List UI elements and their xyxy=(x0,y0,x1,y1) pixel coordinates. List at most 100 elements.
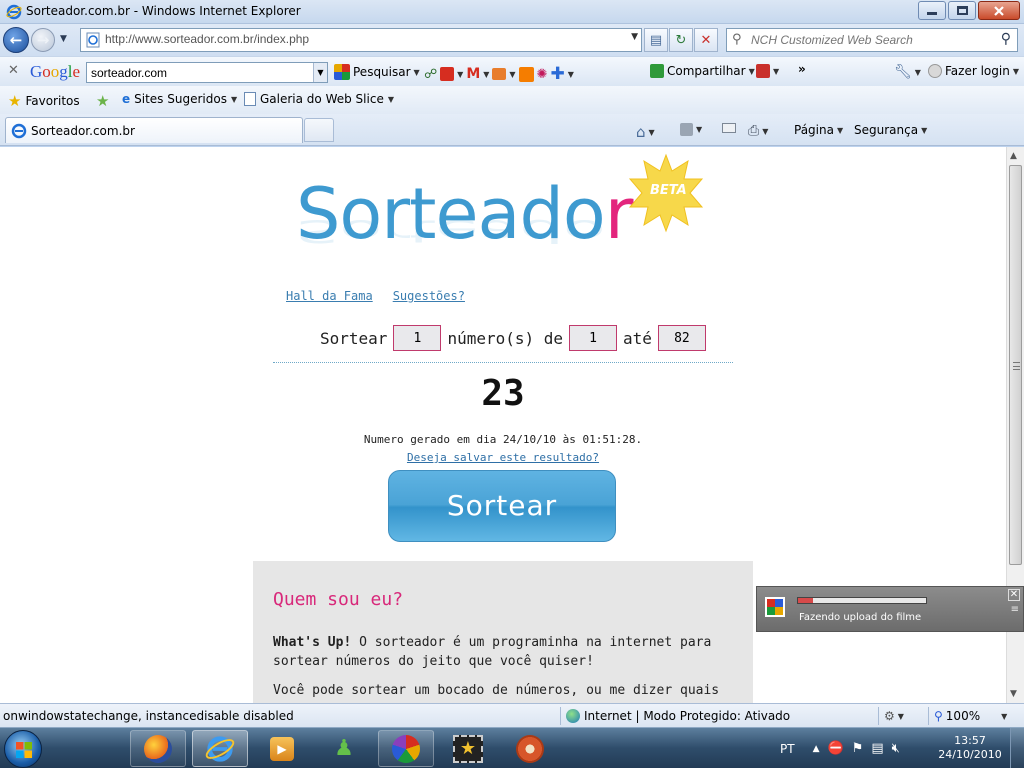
chevron-down-icon: ▼ xyxy=(387,94,394,104)
url-dropdown-icon[interactable]: ▼ xyxy=(631,32,638,42)
search-go-icon[interactable]: ⚲ xyxy=(1001,31,1011,47)
translate-button[interactable]: ▼ xyxy=(756,64,779,78)
about-heading: Quem sou eu? xyxy=(273,589,404,610)
start-button[interactable] xyxy=(4,730,42,768)
movie-star-icon: ★ xyxy=(453,734,483,763)
title-bar: Sorteador.com.br - Windows Internet Expl… xyxy=(0,0,1024,24)
youtube-icon[interactable] xyxy=(440,67,455,81)
stop-button[interactable]: ✕ xyxy=(694,28,718,52)
suggestions-link[interactable]: Sugestões? xyxy=(393,289,465,303)
refresh-button[interactable]: ↻ xyxy=(669,28,693,52)
blogger-icon[interactable] xyxy=(518,66,534,82)
web-slice-gallery-label: Galeria do Web Slice xyxy=(260,92,384,106)
page-icon xyxy=(86,32,100,48)
home-button[interactable]: ⌂ ▼ xyxy=(636,123,655,141)
taskbar-internet-explorer[interactable] xyxy=(192,730,248,767)
wrench-icon: 🔧︎ xyxy=(894,64,912,80)
upload-progress-bar xyxy=(797,597,927,604)
taskbar-movie-maker[interactable]: ★ xyxy=(440,730,496,767)
search-box[interactable]: ⚲ ⚲ xyxy=(726,28,1018,52)
share-icon xyxy=(650,64,664,78)
feeds-button[interactable]: ▼ xyxy=(680,123,702,136)
from-input[interactable] xyxy=(569,325,618,351)
count-input[interactable] xyxy=(393,325,442,351)
generated-timestamp: Numero gerado em dia 24/10/10 às 01:51:2… xyxy=(363,433,643,446)
draw-button[interactable]: Sortear xyxy=(388,470,616,542)
page-menu[interactable]: Página ▼ xyxy=(794,123,843,137)
sign-in-button[interactable]: Fazer login ▼ xyxy=(928,64,1019,78)
google-search-box[interactable]: ▼ xyxy=(86,62,328,83)
rss-icon xyxy=(680,123,693,136)
url-input[interactable] xyxy=(105,32,605,46)
forward-button[interactable]: → xyxy=(31,28,55,52)
network-icon[interactable]: ▤ xyxy=(871,741,883,756)
mail-icon xyxy=(722,123,736,133)
security-zone[interactable]: Internet | Modo Protegido: Ativado xyxy=(566,709,790,723)
google-search-dropdown-icon[interactable]: ▼ xyxy=(313,63,327,82)
taskbar-media-player[interactable]: ▶ xyxy=(254,730,310,767)
network-error-icon[interactable]: ⛔ xyxy=(828,741,844,756)
chevron-down-icon: ▼ xyxy=(748,66,755,76)
chevron-down-icon: ▼ xyxy=(648,127,655,137)
chevron-down-icon: ▼ xyxy=(413,67,420,77)
toolbar-settings-button[interactable]: 🔧︎ ▼ xyxy=(894,64,921,80)
share-button[interactable]: Compartilhar ▼ xyxy=(650,64,755,78)
about-paragraph-1: What's Up! O sorteador é um programinha … xyxy=(273,633,733,671)
clock-time: 13:57 xyxy=(954,734,986,747)
minimize-button[interactable] xyxy=(918,1,946,20)
hall-of-fame-link[interactable]: Hall da Fama xyxy=(286,289,373,303)
more-chevron-icon[interactable]: » xyxy=(798,62,806,76)
orkut-icon[interactable]: ✺ xyxy=(537,67,548,82)
suggested-sites-link[interactable]: e Sites Sugeridos ▼ xyxy=(122,92,237,106)
to-input[interactable] xyxy=(657,325,706,351)
volume-muted-icon[interactable]: 🔇︎ xyxy=(892,741,900,756)
bookmarks-icon[interactable] xyxy=(492,68,507,80)
history-dropdown-icon[interactable]: ▼ xyxy=(60,34,67,44)
taskbar-messenger[interactable]: ♟ xyxy=(316,730,372,767)
add-favorite-icon: ★ xyxy=(96,92,110,110)
clock[interactable]: 13:57 24/10/2010 xyxy=(936,734,1004,762)
taskbar-picasa[interactable] xyxy=(378,730,434,767)
new-tab-button[interactable] xyxy=(304,118,334,142)
search-input[interactable] xyxy=(751,33,991,47)
favorites-button[interactable]: ★ Favoritos xyxy=(8,92,80,110)
security-menu[interactable]: Segurança ▼ xyxy=(854,123,927,137)
close-toolbar-icon[interactable]: ✕ xyxy=(8,63,19,78)
google-search-input[interactable] xyxy=(91,66,311,80)
clock-date: 24/10/2010 xyxy=(938,748,1002,761)
add-button-icon[interactable]: ✚ xyxy=(550,64,564,84)
site-logo[interactable]: Sorteador xyxy=(296,179,633,249)
zoom-control[interactable]: ⚲ 100% ▼ xyxy=(934,709,1007,723)
web-slice-gallery-link[interactable]: Galeria do Web Slice ▼ xyxy=(244,92,394,106)
link-icon[interactable]: ☍ xyxy=(424,67,437,82)
address-bar[interactable]: ▼ xyxy=(80,28,642,52)
scrollbar-thumb[interactable] xyxy=(1009,165,1022,565)
action-center-icon[interactable]: ⚑ xyxy=(852,741,864,756)
print-button[interactable]: ⎙ ▼ xyxy=(748,123,768,139)
printer-icon: ⎙ xyxy=(748,123,760,139)
show-hidden-icons-icon[interactable]: ▲ xyxy=(813,744,820,754)
tab-sorteador[interactable]: Sorteador.com.br xyxy=(5,117,303,143)
scroll-up-icon[interactable]: ▲ xyxy=(1010,151,1017,161)
save-result-link[interactable]: Deseja salvar este resultado? xyxy=(407,451,599,464)
range-to-label: até xyxy=(623,328,652,348)
taskbar-film-reel[interactable] xyxy=(502,730,558,767)
compatibility-view-button[interactable]: ▤ xyxy=(644,28,668,52)
upload-notification: Fazendo upload do filme ✕ ≡ xyxy=(756,586,1024,632)
scroll-down-icon[interactable]: ▼ xyxy=(1010,689,1017,699)
close-window-button[interactable] xyxy=(978,1,1020,20)
language-indicator[interactable]: PT xyxy=(780,742,795,756)
close-notification-icon[interactable]: ✕ xyxy=(1008,589,1020,601)
google-search-button[interactable]: Pesquisar ▼ xyxy=(334,64,420,80)
maximize-button[interactable] xyxy=(948,1,976,20)
stop-icon: ✕ xyxy=(700,32,712,48)
back-button[interactable]: ← xyxy=(3,27,29,53)
taskbar-firefox[interactable] xyxy=(130,730,186,767)
add-to-favorites-button[interactable]: ★ xyxy=(96,92,109,110)
read-mail-button[interactable] xyxy=(722,123,736,133)
back-arrow-icon: ← xyxy=(9,31,23,49)
show-desktop-button[interactable] xyxy=(1010,728,1024,768)
notification-menu-icon[interactable]: ≡ xyxy=(1011,604,1019,615)
gmail-icon[interactable]: M xyxy=(466,66,480,82)
protected-mode-button[interactable]: ⚙ ▼ xyxy=(884,709,904,723)
